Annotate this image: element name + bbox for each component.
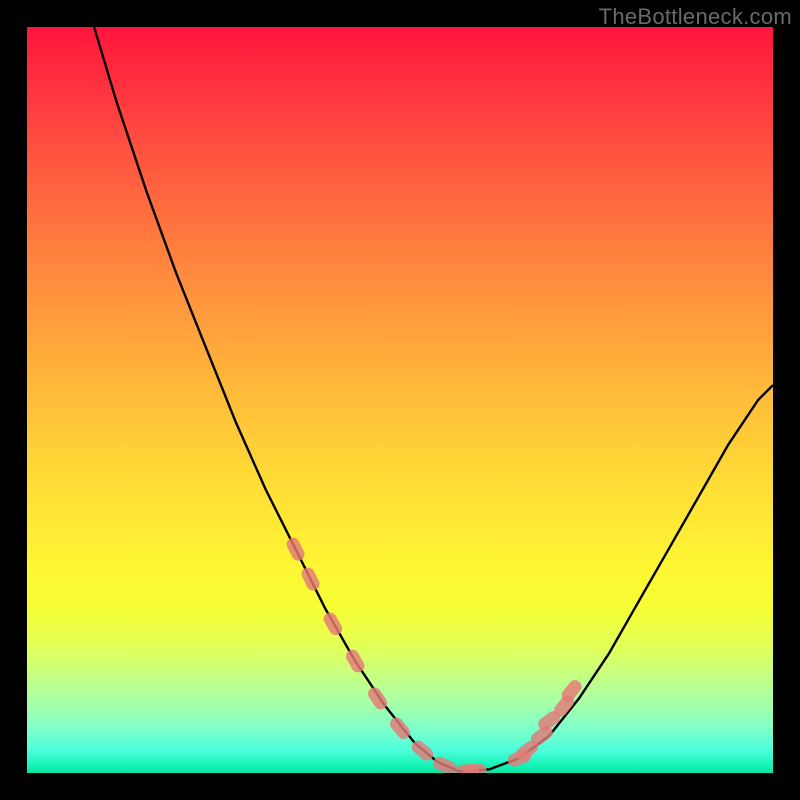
chart-plot-area [27, 27, 773, 773]
marker-capsule [284, 536, 306, 563]
marker-capsule [431, 755, 458, 773]
marker-capsule [344, 647, 367, 674]
marker-capsule [321, 610, 344, 637]
watermark-text: TheBottleneck.com [599, 4, 792, 30]
marker-capsule [387, 715, 412, 742]
bottleneck-curve [94, 27, 773, 772]
curve-svg [27, 27, 773, 773]
marker-capsule [299, 565, 321, 592]
highlighted-markers [284, 536, 584, 773]
